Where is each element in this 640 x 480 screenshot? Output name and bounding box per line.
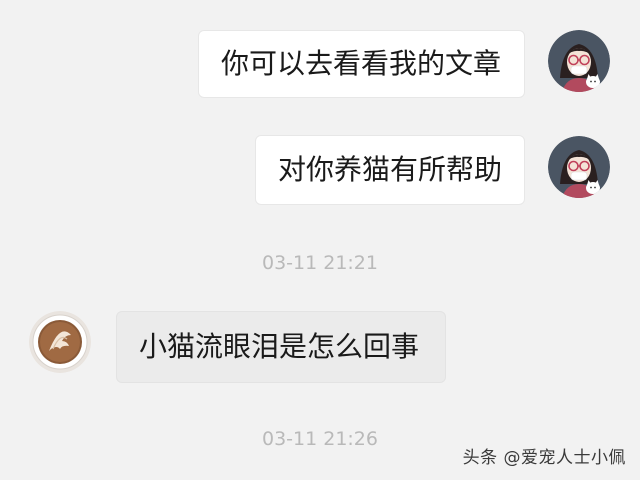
message-text: 对你养猫有所帮助 <box>278 153 503 186</box>
girl-avatar-icon <box>548 136 610 198</box>
contact-avatar[interactable] <box>29 311 91 373</box>
chat-area: 你可以去看看我的文章 对你养猫有所帮助 03-11 21:21 小猫流眼泪是怎么… <box>0 0 640 480</box>
message-text: 小猫流眼泪是怎么回事 <box>139 330 420 363</box>
message-bubble-received[interactable]: 小猫流眼泪是怎么回事 <box>116 311 446 383</box>
self-avatar[interactable] <box>548 136 610 198</box>
message-bubble-sent[interactable]: 你可以去看看我的文章 <box>198 30 525 98</box>
message-text: 你可以去看看我的文章 <box>221 47 502 80</box>
message-bubble-sent[interactable]: 对你养猫有所帮助 <box>255 135 525 205</box>
timestamp: 03-11 21:21 <box>261 252 378 274</box>
girl-avatar-icon <box>548 30 610 92</box>
watermark: 头条 @爱宠人士小佩 <box>462 448 626 468</box>
latte-art-icon <box>29 311 91 373</box>
self-avatar[interactable] <box>548 30 610 92</box>
